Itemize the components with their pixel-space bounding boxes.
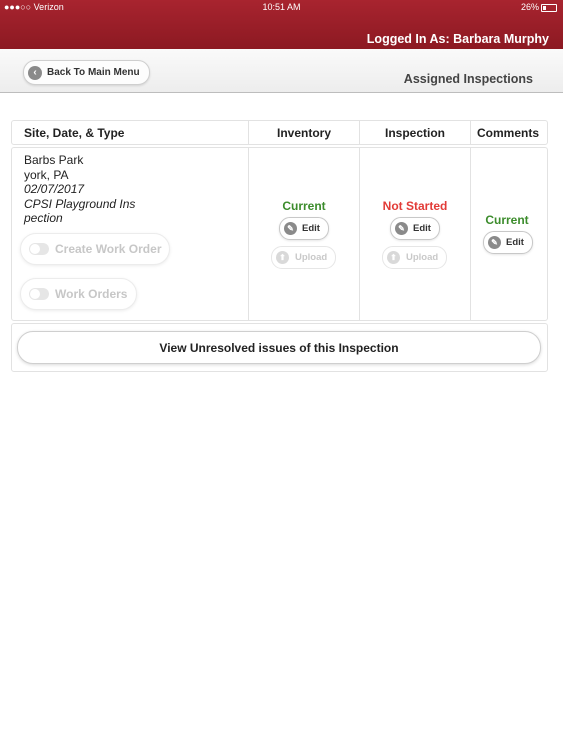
toggle-icon xyxy=(29,243,49,255)
col-header-comments: Comments xyxy=(477,126,540,140)
view-unresolved-issues-button[interactable]: View Unresolved issues of this Inspectio… xyxy=(17,331,541,364)
divider xyxy=(470,148,471,320)
pencil-icon: ✎ xyxy=(284,222,297,235)
pencil-icon: ✎ xyxy=(395,222,408,235)
inspection-type-cont: pection xyxy=(24,211,63,225)
comments-edit-button[interactable]: ✎ Edit xyxy=(483,231,533,254)
divider xyxy=(359,121,360,144)
inspection-status: Not Started xyxy=(382,199,448,213)
pencil-icon: ✎ xyxy=(488,236,501,249)
inspection-edit-button[interactable]: ✎ Edit xyxy=(390,217,440,240)
comments-status: Current xyxy=(485,213,529,227)
upload-icon: ⬆ xyxy=(276,251,289,264)
edit-label: Edit xyxy=(302,223,320,234)
back-label: Back To Main Menu xyxy=(47,67,140,78)
toggle-icon xyxy=(29,288,49,300)
inventory-edit-button[interactable]: ✎ Edit xyxy=(279,217,329,240)
create-work-order-button[interactable]: Create Work Order xyxy=(20,233,170,265)
status-time: 10:51 AM xyxy=(262,2,301,12)
battery-icon xyxy=(541,3,557,12)
divider xyxy=(470,121,471,144)
create-work-order-label: Create Work Order xyxy=(55,242,162,256)
page-title: Assigned Inspections xyxy=(403,72,533,86)
site-location: york, PA xyxy=(24,168,69,182)
inventory-status: Current xyxy=(282,199,326,213)
back-to-main-menu-button[interactable]: ‹ Back To Main Menu xyxy=(23,60,150,85)
inspection-date: 02/07/2017 xyxy=(24,182,85,196)
edit-label: Edit xyxy=(413,223,431,234)
inspection-upload-button[interactable]: ⬆ Upload xyxy=(382,246,448,269)
site-name: Barbs Park xyxy=(24,153,84,167)
table-header: Site, Date, & Type Inventory Inspection … xyxy=(11,120,548,145)
col-header-inventory: Inventory xyxy=(277,126,332,140)
upload-label: Upload xyxy=(295,252,328,263)
work-orders-label: Work Orders xyxy=(55,287,128,301)
col-header-site: Site, Date, & Type xyxy=(24,126,125,140)
edit-label: Edit xyxy=(506,237,524,248)
table-row: Barbs Park york, PA 02/07/2017 CPSI Play… xyxy=(11,147,548,321)
upload-label: Upload xyxy=(406,252,439,263)
app-header: ●●●○○ Verizon 10:51 AM 26% Logged In As:… xyxy=(0,0,563,49)
divider xyxy=(359,148,360,320)
battery-status: 26% xyxy=(521,2,557,12)
col-header-inspection: Inspection xyxy=(385,126,446,140)
divider xyxy=(248,148,249,320)
upload-icon: ⬆ xyxy=(387,251,400,264)
sub-header: ‹ Back To Main Menu Assigned Inspections xyxy=(0,49,563,93)
work-orders-button[interactable]: Work Orders xyxy=(20,278,137,310)
inspection-type: CPSI Playground Ins xyxy=(24,197,136,211)
logged-in-user: Logged In As: Barbara Murphy xyxy=(366,32,549,46)
back-arrow-icon: ‹ xyxy=(28,65,42,80)
divider xyxy=(248,121,249,144)
inventory-upload-button[interactable]: ⬆ Upload xyxy=(271,246,337,269)
